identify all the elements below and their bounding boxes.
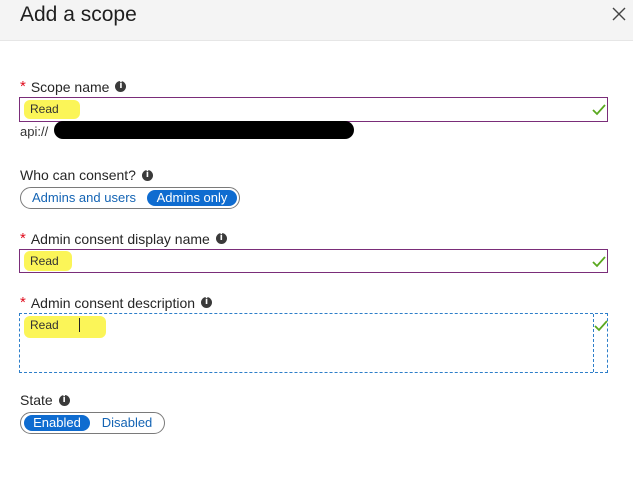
redaction-mark — [54, 121, 354, 139]
panel-header: Add a scope — [0, 0, 633, 41]
scope-name-label: Scope name — [30, 78, 110, 95]
state-label: State — [20, 392, 53, 408]
admin-display-name-input[interactable]: Read — [19, 249, 608, 273]
option-admins-and-users[interactable]: Admins and users — [25, 190, 143, 206]
admin-description-value: Read — [30, 318, 59, 332]
application-id-uri: api:// — [20, 124, 48, 139]
info-icon[interactable]: i — [215, 233, 227, 244]
option-disabled[interactable]: Disabled — [94, 415, 160, 431]
option-admins-only[interactable]: Admins only — [147, 190, 237, 206]
admin-description-label-row: * Admin consent description i — [20, 294, 213, 311]
api-prefix: api:// — [20, 124, 49, 139]
who-can-consent-label-row: Who can consent? i — [20, 167, 153, 183]
info-icon[interactable]: i — [141, 169, 153, 181]
admin-display-name-label-row: * Admin consent display name i — [20, 230, 227, 247]
close-icon[interactable] — [608, 3, 630, 25]
consent-toggle[interactable]: Admins and users Admins only — [20, 187, 240, 209]
admin-display-name-value: Read — [30, 254, 59, 268]
scope-name-value: Read — [30, 102, 59, 116]
option-enabled[interactable]: Enabled — [24, 415, 90, 431]
admin-description-textarea[interactable]: Read — [19, 313, 608, 373]
state-toggle[interactable]: Enabled Disabled — [20, 412, 165, 434]
text-caret — [79, 318, 80, 332]
valid-check-icon — [592, 256, 606, 268]
admin-display-name-label: Admin consent display name — [30, 230, 210, 247]
panel-title: Add a scope — [20, 3, 137, 26]
valid-check-icon — [592, 104, 606, 116]
valid-check-icon — [594, 320, 608, 332]
info-icon[interactable]: i — [58, 394, 70, 406]
admin-description-label: Admin consent description — [30, 294, 196, 311]
required-marker: * — [20, 230, 26, 247]
info-icon[interactable]: i — [201, 297, 213, 308]
scope-name-label-row: * Scope name i — [20, 78, 127, 95]
state-label-row: State i — [20, 392, 70, 408]
required-marker: * — [20, 294, 26, 311]
info-icon[interactable]: i — [115, 81, 127, 92]
scope-name-input[interactable]: Read — [19, 97, 608, 122]
who-can-consent-label: Who can consent? — [20, 167, 136, 183]
required-marker: * — [20, 78, 26, 95]
